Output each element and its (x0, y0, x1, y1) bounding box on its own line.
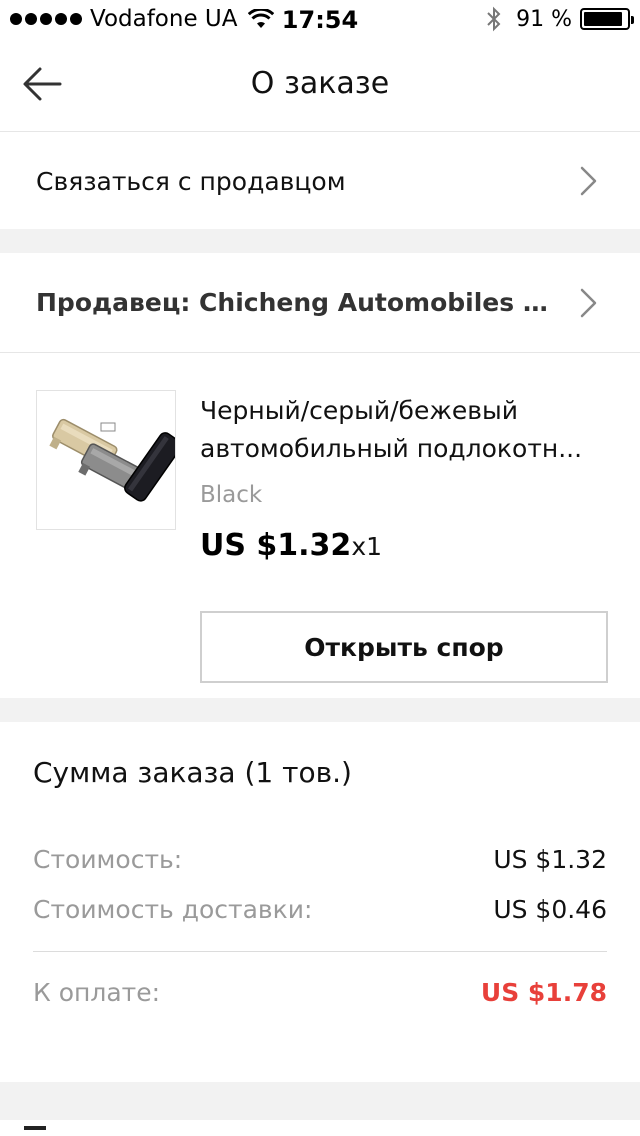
order-details-screen: Vodafone UA 17:54 91 % О заказе Связатьс… (0, 0, 640, 1136)
summary-label: Стоимость: (33, 845, 183, 874)
summary-label: Стоимость доставки: (33, 895, 313, 924)
section-gap (0, 698, 640, 722)
next-section (0, 1120, 640, 1136)
nav-bar: О заказе (0, 40, 640, 132)
chevron-right-icon (580, 288, 597, 317)
total-value: US $1.78 (480, 978, 607, 1007)
battery-fill (584, 12, 623, 26)
order-summary-title: Сумма заказа (1 тов.) (33, 756, 352, 789)
product-title-line-2: автомобильный подлокотн... (200, 434, 583, 463)
status-bar: Vodafone UA 17:54 91 % (0, 0, 640, 40)
contact-seller-label: Связаться с продавцом (36, 166, 346, 196)
seller-name: Продавец: Chicheng Automobiles &... (36, 288, 574, 317)
product-variant: Black (200, 482, 263, 508)
summary-row-total: К оплате: US $1.78 (33, 978, 607, 1007)
chevron-right-icon (580, 166, 597, 196)
divider (33, 951, 607, 952)
bluetooth-icon (487, 6, 501, 32)
summary-row-items: Стоимость: US $1.32 (33, 845, 607, 874)
summary-row-shipping: Стоимость доставки: US $0.46 (33, 895, 607, 924)
section-gap (0, 1082, 640, 1120)
seller-row[interactable]: Продавец: Chicheng Automobiles &... (0, 253, 640, 353)
page-title: О заказе (250, 66, 390, 101)
open-dispute-button[interactable]: Открыть спор (200, 611, 608, 683)
contact-seller-row[interactable]: Связаться с продавцом (0, 133, 640, 229)
next-section-text-fragment (24, 1126, 46, 1136)
product-quantity: x1 (351, 532, 383, 561)
product-image[interactable] (36, 390, 176, 530)
battery-percent: 91 % (516, 6, 572, 32)
summary-value: US $1.32 (493, 845, 607, 874)
product-title-line-1: Черный/серый/бежевый (200, 396, 518, 425)
total-label: К оплате: (33, 978, 161, 1007)
status-right: 91 % (486, 6, 634, 32)
armrest-lids-image (49, 418, 175, 502)
product-price: US $1.32 (200, 528, 352, 563)
summary-value: US $0.46 (493, 895, 607, 924)
product-title[interactable]: Черный/серый/бежевый автомобильный подло… (200, 392, 610, 468)
battery-icon (580, 8, 634, 30)
product-price-line: US $1.32x1 (200, 528, 382, 563)
section-gap (0, 229, 640, 253)
